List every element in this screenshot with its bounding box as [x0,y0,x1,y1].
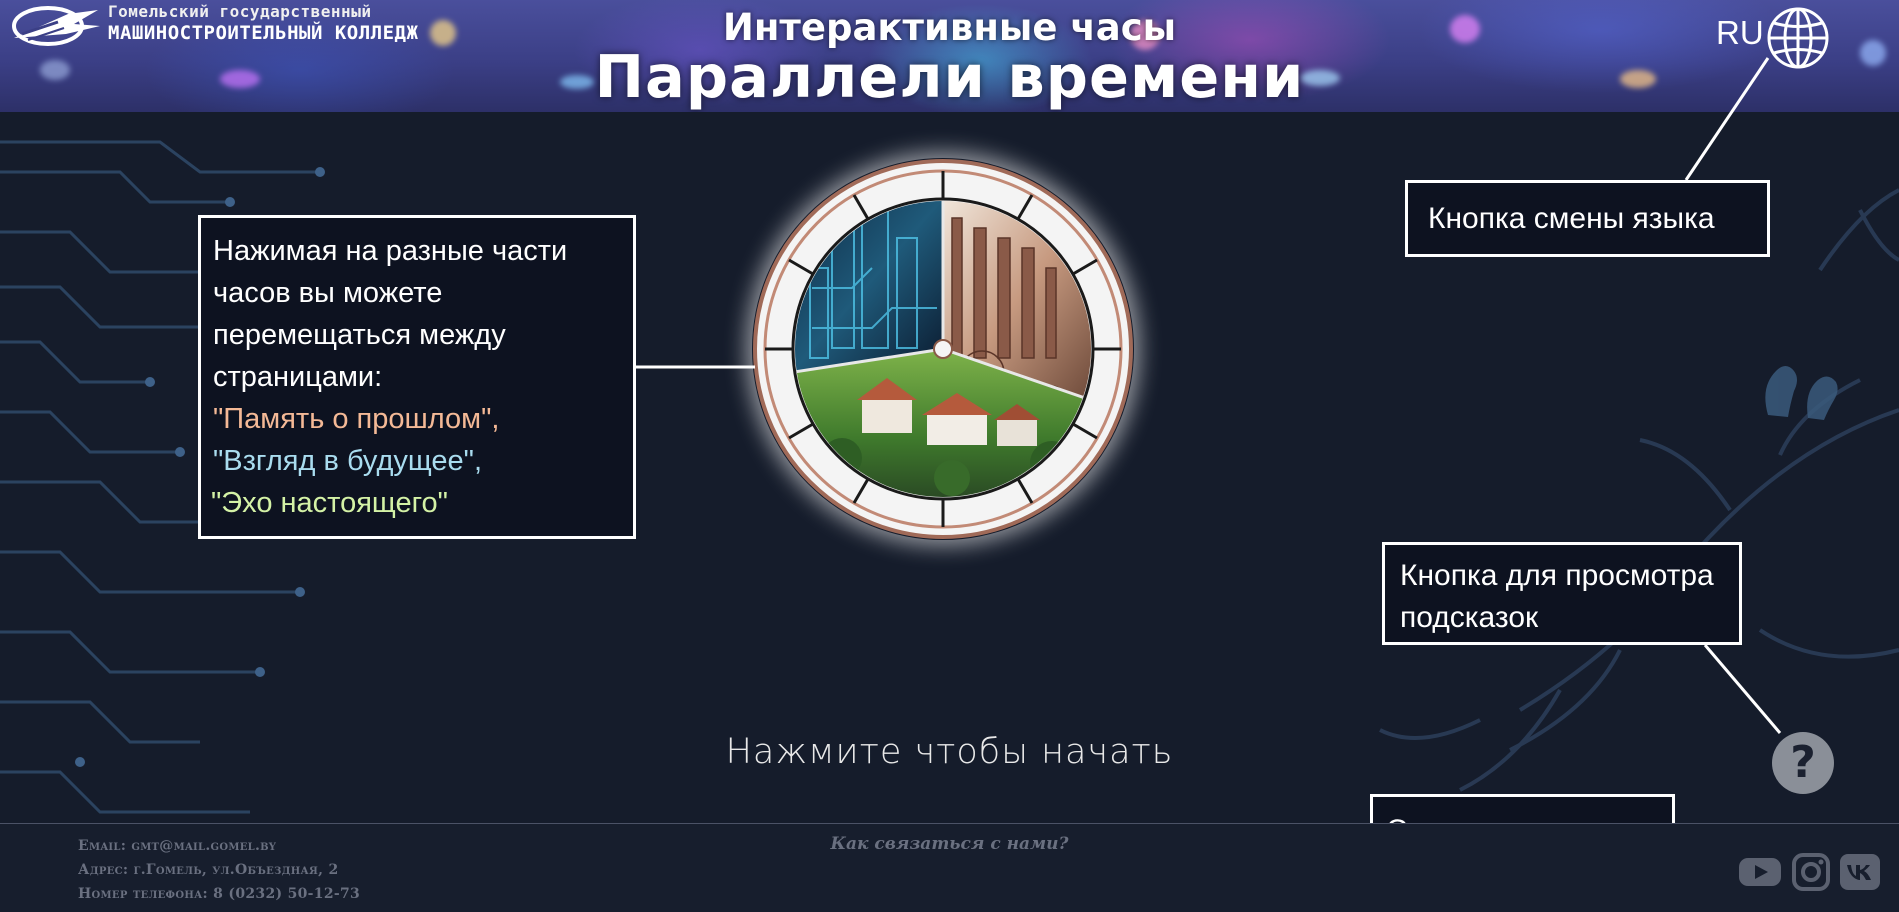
footer-phone: Номер телефона: 8 (0232) 50-12-73 [78,886,361,902]
language-hint-callout: Кнопка смены языка [1405,180,1770,257]
start-prompt[interactable]: Нажмите чтобы начать [0,732,1899,772]
youtube-icon[interactable] [1738,852,1782,892]
hint-page-future: "Взгляд в будущее", [213,445,483,477]
footer-contact-title: Как связаться с нами? [830,834,1069,854]
interactive-clock[interactable] [752,158,1134,540]
hint-page-present: "Эхо настоящего" [211,487,448,519]
language-code-label[interactable]: RU [1716,14,1764,52]
footer: Email: gmt@mail.gomel.by Адрес: г.Гомель… [0,823,1899,912]
hint-page-past: "Память о прошлом", [213,403,500,435]
clock-hint-callout: Нажимая на разные части часов вы можете … [198,215,636,539]
help-button[interactable]: ? [1772,732,1834,794]
footer-address: Адрес: г.Гомель, ул.Объездная, 2 [78,862,339,878]
clock-hint-text: Нажимая на разные части часов вы можете … [213,235,568,393]
instagram-icon[interactable] [1791,852,1831,892]
globe-icon[interactable] [1766,6,1830,70]
app-title: Параллели времени [594,42,1305,111]
vk-icon[interactable] [1839,852,1881,892]
header-banner: Гомельский государственный МАШИНОСТРОИТЕ… [0,0,1899,112]
help-hint-callout: Кнопка для просмотра подсказок [1382,542,1742,645]
